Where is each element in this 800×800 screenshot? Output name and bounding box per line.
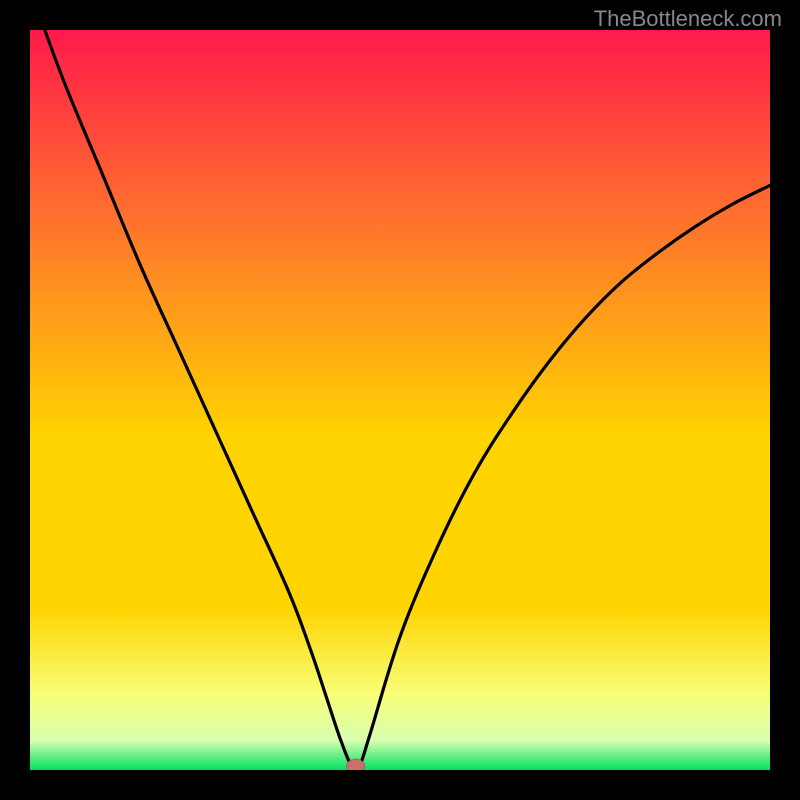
watermark-text: TheBottleneck.com (594, 6, 782, 32)
gradient-background (30, 30, 770, 770)
minimum-marker (347, 759, 365, 770)
bottleneck-chart (30, 30, 770, 770)
chart-frame (30, 30, 770, 770)
